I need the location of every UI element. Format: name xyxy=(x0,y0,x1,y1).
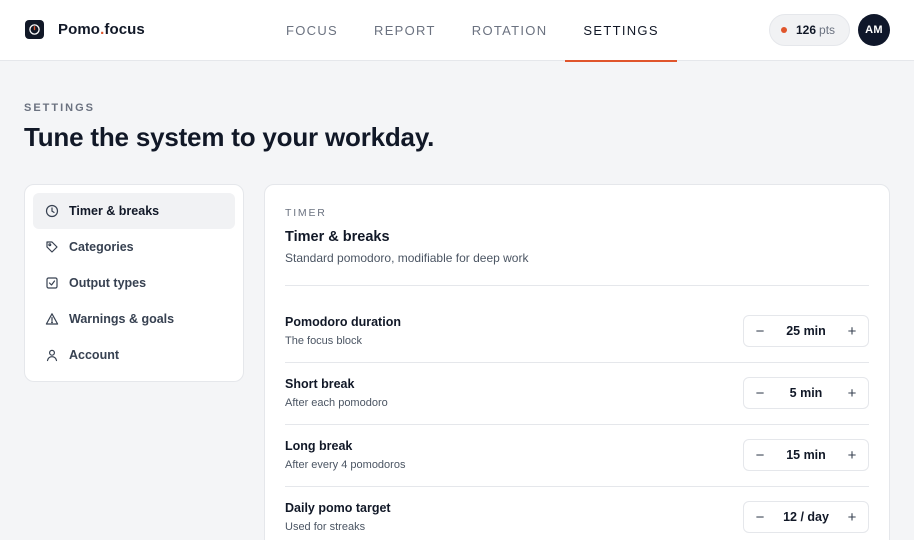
pomodoro-duration-stepper: − 25 min + xyxy=(743,315,869,347)
sidebar-item-warnings-goals[interactable]: Warnings & goals xyxy=(33,301,235,337)
brand-name: Pomo.focus xyxy=(58,21,145,38)
section-eyebrow: TIMER xyxy=(285,207,327,219)
tab-report[interactable]: REPORT xyxy=(356,0,454,61)
top-nav: Pomo.focus FOCUS REPORT ROTATION SETTING… xyxy=(0,0,914,62)
short-break-stepper: − 5 min + xyxy=(743,377,869,409)
setting-label: Short break xyxy=(285,377,355,391)
long-break-stepper: − 15 min + xyxy=(743,439,869,471)
setting-label: Daily pomo target xyxy=(285,501,391,515)
page-title: Tune the system to your workday. xyxy=(24,122,435,152)
brand[interactable]: Pomo.focus xyxy=(25,20,145,39)
points-badge[interactable]: 126 pts xyxy=(769,14,850,46)
warning-icon xyxy=(45,312,59,326)
timer-logo-icon xyxy=(25,20,44,39)
settings-sidebar: Timer & breaks Categories Output types W… xyxy=(24,184,244,382)
stepper-value: 12 / day xyxy=(783,510,829,524)
setting-label: Long break xyxy=(285,439,353,453)
setting-row-daily-target: Daily pomo target Used for streaks − 12 … xyxy=(285,487,869,540)
points-dot-icon xyxy=(781,27,787,33)
main-tabs: FOCUS REPORT ROTATION SETTINGS xyxy=(268,0,678,62)
sidebar-item-categories[interactable]: Categories xyxy=(33,229,235,265)
avatar[interactable]: AM xyxy=(858,14,890,46)
sidebar-item-timer-breaks[interactable]: Timer & breaks xyxy=(33,193,235,229)
setting-row-short-break: Short break After each pomodoro − 5 min … xyxy=(285,363,869,425)
setting-hint: After every 4 pomodoros xyxy=(285,459,406,471)
checkbox-icon xyxy=(45,276,59,290)
tab-settings[interactable]: SETTINGS xyxy=(565,0,678,62)
timer-settings-panel: TIMER Timer & breaks Standard pomodoro, … xyxy=(264,184,890,540)
setting-label: Pomodoro duration xyxy=(285,315,401,329)
stepper-value: 5 min xyxy=(789,386,823,400)
increment-button[interactable]: + xyxy=(836,440,868,470)
decrement-button[interactable]: − xyxy=(744,378,776,408)
setting-hint: Used for streaks xyxy=(285,521,366,533)
decrement-button[interactable]: − xyxy=(744,502,776,532)
setting-hint: After each pomodoro xyxy=(285,397,388,409)
divider xyxy=(285,285,869,286)
daily-target-stepper: − 12 / day + xyxy=(743,501,869,533)
tab-rotation[interactable]: ROTATION xyxy=(454,0,566,61)
increment-button[interactable]: + xyxy=(836,378,868,408)
decrement-button[interactable]: − xyxy=(744,316,776,346)
clock-icon xyxy=(45,204,59,218)
sidebar-item-label: Categories xyxy=(69,240,134,254)
section-subtitle: Standard pomodoro, modifiable for deep w… xyxy=(285,251,529,265)
tag-icon xyxy=(45,240,59,254)
settings-rows: Pomodoro duration The focus block − 25 m… xyxy=(285,301,869,540)
sidebar-item-label: Warnings & goals xyxy=(69,312,175,326)
sidebar-item-label: Account xyxy=(69,348,119,362)
sidebar-item-label: Timer & breaks xyxy=(69,204,160,218)
setting-row-pomodoro-duration: Pomodoro duration The focus block − 25 m… xyxy=(285,301,869,363)
user-icon xyxy=(45,348,59,362)
stepper-value: 15 min xyxy=(786,448,826,462)
tab-focus[interactable]: FOCUS xyxy=(268,0,356,61)
sidebar-item-label: Output types xyxy=(69,276,147,290)
stepper-value: 25 min xyxy=(786,324,826,338)
sidebar-item-output-types[interactable]: Output types xyxy=(33,265,235,301)
page-eyebrow: SETTINGS xyxy=(24,102,96,114)
section-title: Timer & breaks xyxy=(285,229,390,245)
setting-hint: The focus block xyxy=(285,335,363,347)
increment-button[interactable]: + xyxy=(836,502,868,532)
increment-button[interactable]: + xyxy=(836,316,868,346)
sidebar-item-account[interactable]: Account xyxy=(33,337,235,373)
decrement-button[interactable]: − xyxy=(744,440,776,470)
points-value: 126 xyxy=(796,23,817,37)
setting-row-long-break: Long break After every 4 pomodoros − 15 … xyxy=(285,425,869,487)
points-unit: pts xyxy=(819,23,836,37)
